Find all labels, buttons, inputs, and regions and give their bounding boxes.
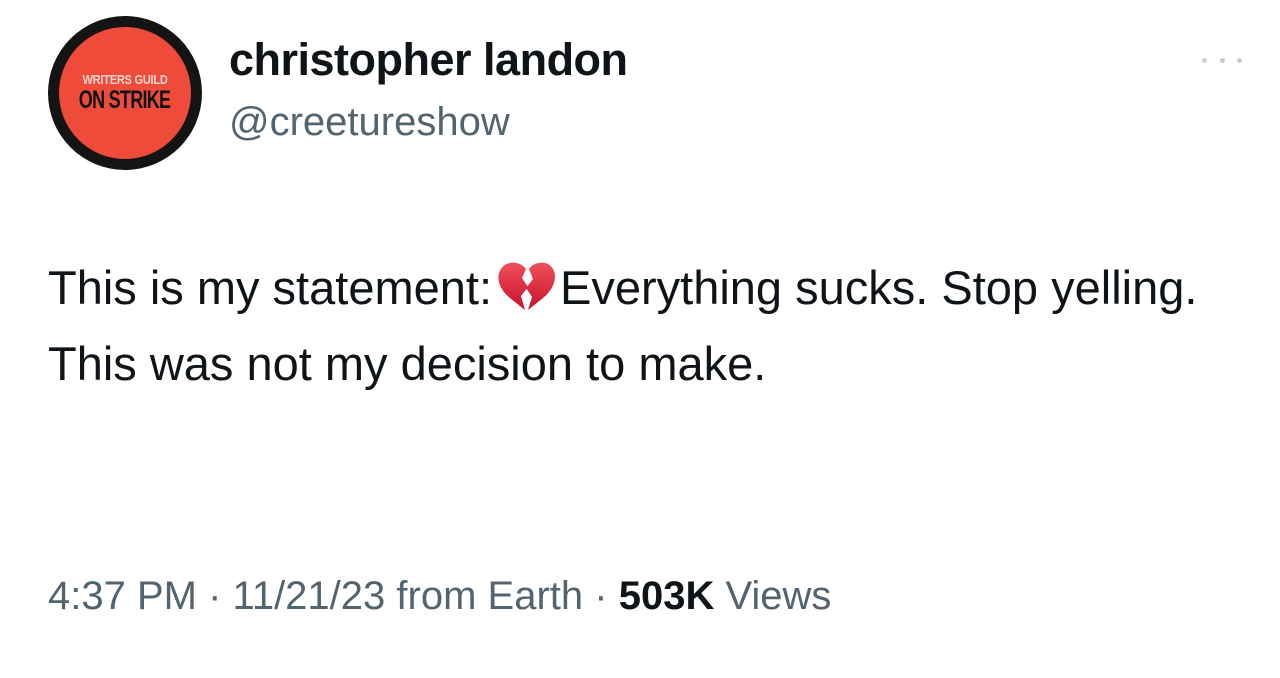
tweet-date[interactable]: 11/21/23 <box>233 574 386 618</box>
broken-heart-icon <box>498 262 555 310</box>
avatar[interactable]: WRITERS GUILD ON STRIKE <box>48 16 202 170</box>
more-horizontal-icon[interactable] <box>1196 40 1248 80</box>
avatar-line-writers-guild: WRITERS GUILD <box>82 72 168 87</box>
more-dot <box>1237 57 1242 63</box>
tweet: WRITERS GUILD ON STRIKE christopher land… <box>0 0 1280 678</box>
tweet-meta: 4:37 PM · 11/21/23 from Earth · 503K Vie… <box>48 574 831 619</box>
author-display-name[interactable]: christopher landon <box>229 34 628 86</box>
more-dot <box>1219 57 1225 63</box>
avatar-strike-badge: WRITERS GUILD ON STRIKE <box>59 27 191 159</box>
tweet-text-before-emoji: This is my statement: <box>48 261 492 314</box>
author-handle[interactable]: @creetureshow <box>229 100 510 145</box>
views-label: Views <box>725 574 832 618</box>
meta-separator: · <box>594 574 608 618</box>
views-count[interactable]: 503K <box>619 574 715 618</box>
tweet-time[interactable]: 4:37 PM <box>48 574 197 618</box>
avatar-line-on-strike: ON STRIKE <box>79 86 171 114</box>
tweet-source: from Earth <box>396 574 584 618</box>
meta-separator: · <box>208 574 222 618</box>
more-dot <box>1202 57 1207 63</box>
tweet-text: This is my statement: Everything sucks. … <box>48 250 1248 402</box>
